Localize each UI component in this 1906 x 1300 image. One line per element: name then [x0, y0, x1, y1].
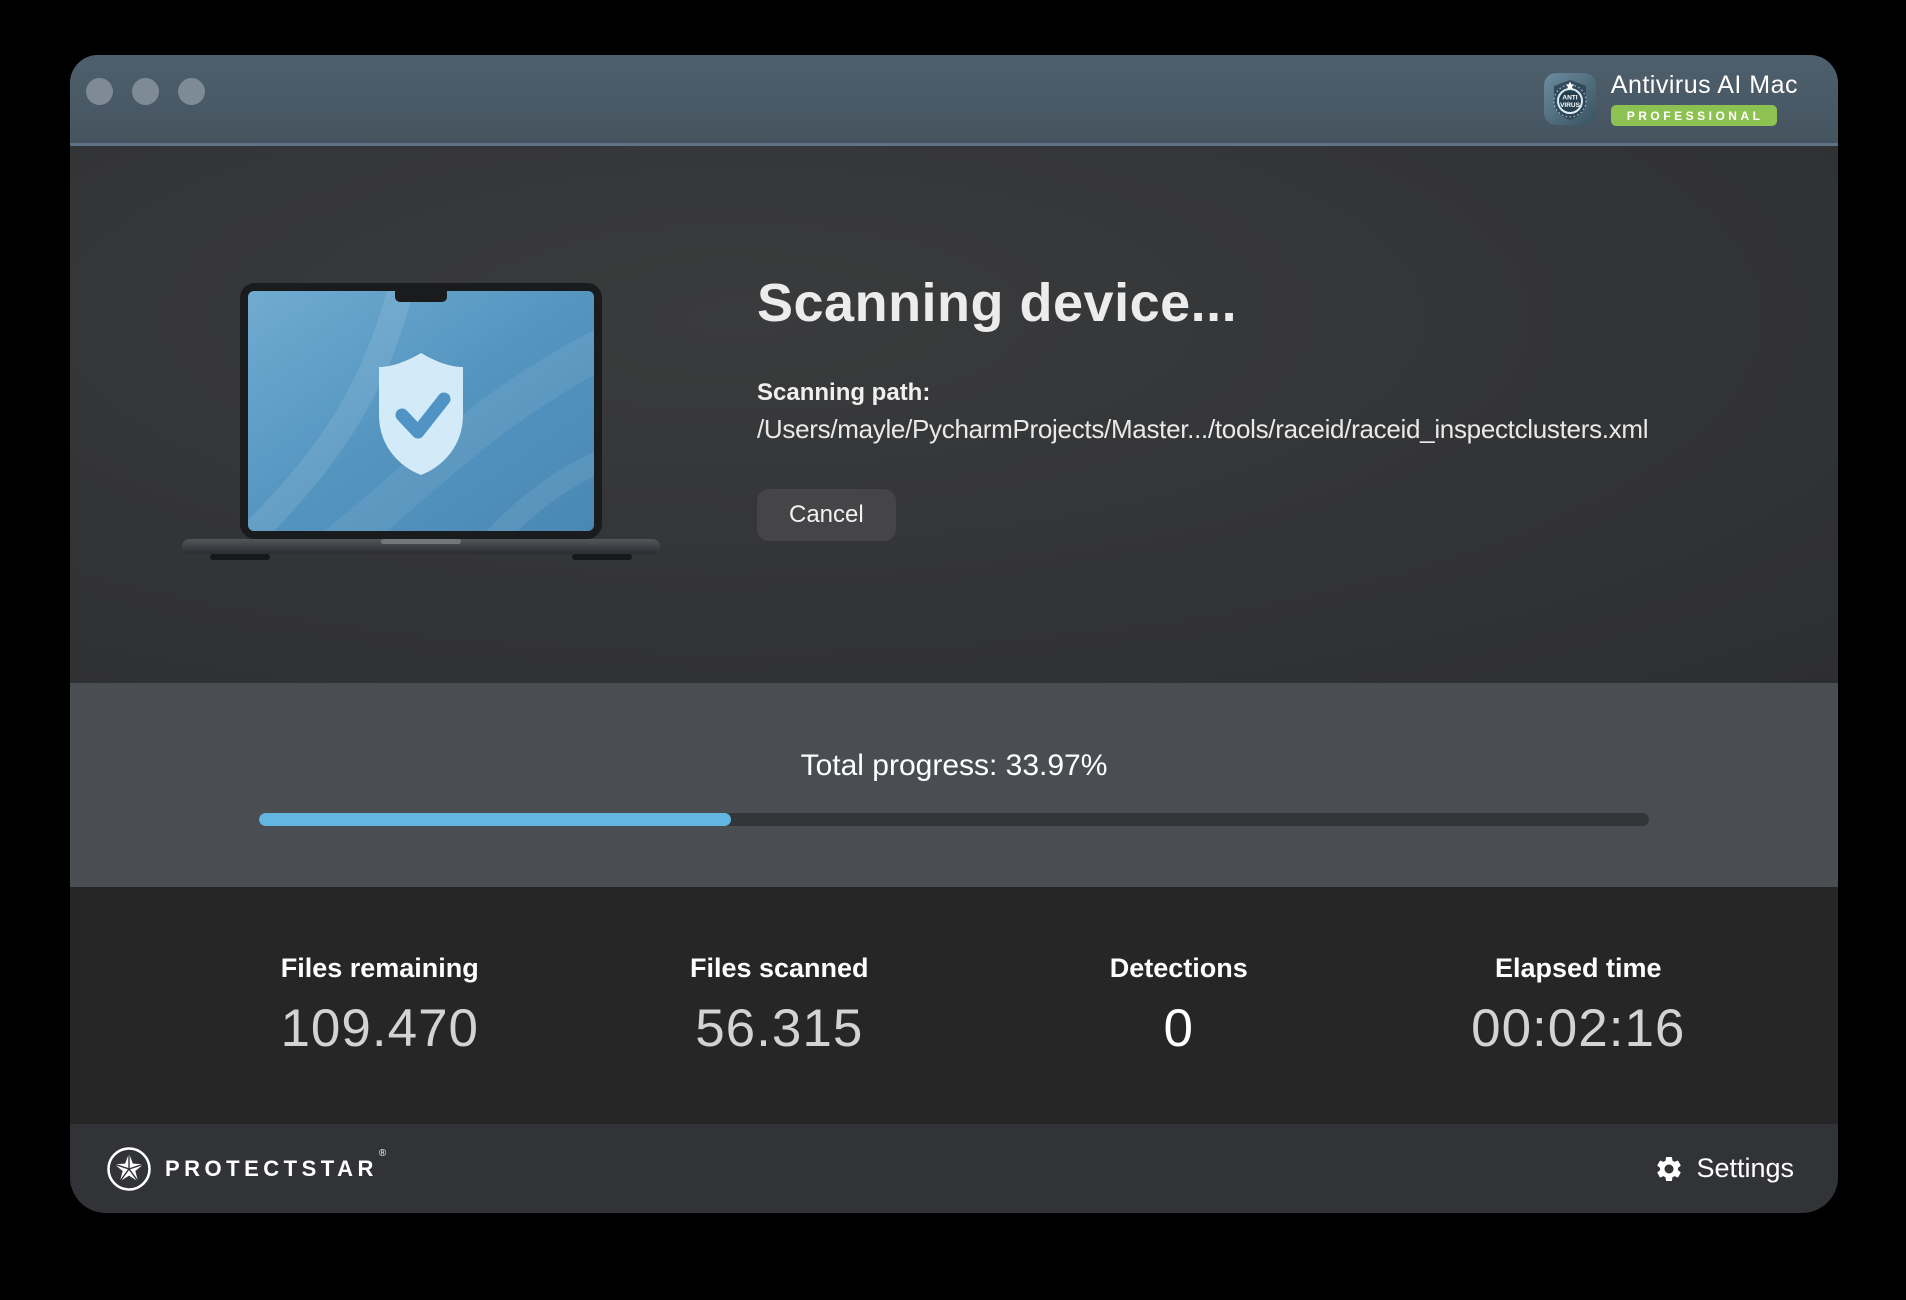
traffic-lights	[86, 78, 205, 105]
scan-path-value: /Users/mayle/PycharmProjects/Master.../t…	[757, 414, 1837, 445]
app-window: ANTI VIRUS Antivirus AI Mac PROFESSIONAL	[70, 55, 1838, 1213]
progress-fill	[259, 813, 731, 826]
stat-value: 00:02:16	[1379, 998, 1779, 1059]
cancel-button[interactable]: Cancel	[757, 489, 896, 541]
stat-detections: Detections 0	[979, 887, 1379, 1124]
laptop-shield-illustration	[182, 283, 660, 575]
stat-label: Files remaining	[180, 953, 580, 984]
app-brand: ANTI VIRUS Antivirus AI Mac PROFESSIONAL	[1544, 73, 1798, 126]
svg-text:VIRUS: VIRUS	[1560, 102, 1581, 109]
scan-status-title: Scanning device...	[757, 274, 1837, 333]
stat-value: 109.470	[180, 998, 580, 1059]
progress-section: Total progress: 33.97%	[70, 683, 1838, 887]
scan-info-panel: Scanning device... Scanning path: /Users…	[757, 274, 1837, 541]
svg-text:ANTI: ANTI	[1562, 95, 1577, 102]
scan-screen: Scanning device... Scanning path: /Users…	[70, 146, 1838, 683]
stat-files-remaining: Files remaining 109.470	[180, 887, 580, 1124]
settings-button[interactable]: Settings	[1654, 1153, 1794, 1184]
total-progress-label: Total progress: 33.97%	[70, 749, 1838, 783]
stat-label: Files scanned	[580, 953, 980, 984]
stat-files-scanned: Files scanned 56.315	[580, 887, 980, 1124]
progress-bar-track	[259, 813, 1649, 826]
stat-value: 56.315	[580, 998, 980, 1059]
minimize-window-button[interactable]	[132, 78, 159, 105]
stat-elapsed-time: Elapsed time 00:02:16	[1379, 887, 1779, 1124]
protectstar-logo: PROTECTSTAR®	[106, 1146, 385, 1192]
desktop-background: ANTI VIRUS Antivirus AI Mac PROFESSIONAL	[0, 0, 1906, 1300]
scan-path-label: Scanning path:	[757, 379, 1837, 407]
registered-mark: ®	[379, 1148, 386, 1159]
close-window-button[interactable]	[86, 78, 113, 105]
gear-icon	[1654, 1154, 1684, 1184]
brand-name: PROTECTSTAR	[165, 1156, 378, 1181]
stat-label: Detections	[979, 953, 1379, 984]
stat-value: 0	[979, 998, 1379, 1059]
scan-statistics: Files remaining 109.470 Files scanned 56…	[70, 887, 1838, 1124]
app-title: Antivirus AI Mac	[1611, 73, 1798, 98]
settings-label: Settings	[1696, 1153, 1794, 1184]
footer-bar: PROTECTSTAR® Settings	[70, 1124, 1838, 1213]
title-bar: ANTI VIRUS Antivirus AI Mac PROFESSIONAL	[70, 55, 1838, 146]
stat-label: Elapsed time	[1379, 953, 1779, 984]
edition-badge: PROFESSIONAL	[1611, 105, 1778, 126]
zoom-window-button[interactable]	[178, 78, 205, 105]
app-logo-icon: ANTI VIRUS	[1544, 73, 1596, 125]
star-circle-icon	[106, 1146, 152, 1192]
